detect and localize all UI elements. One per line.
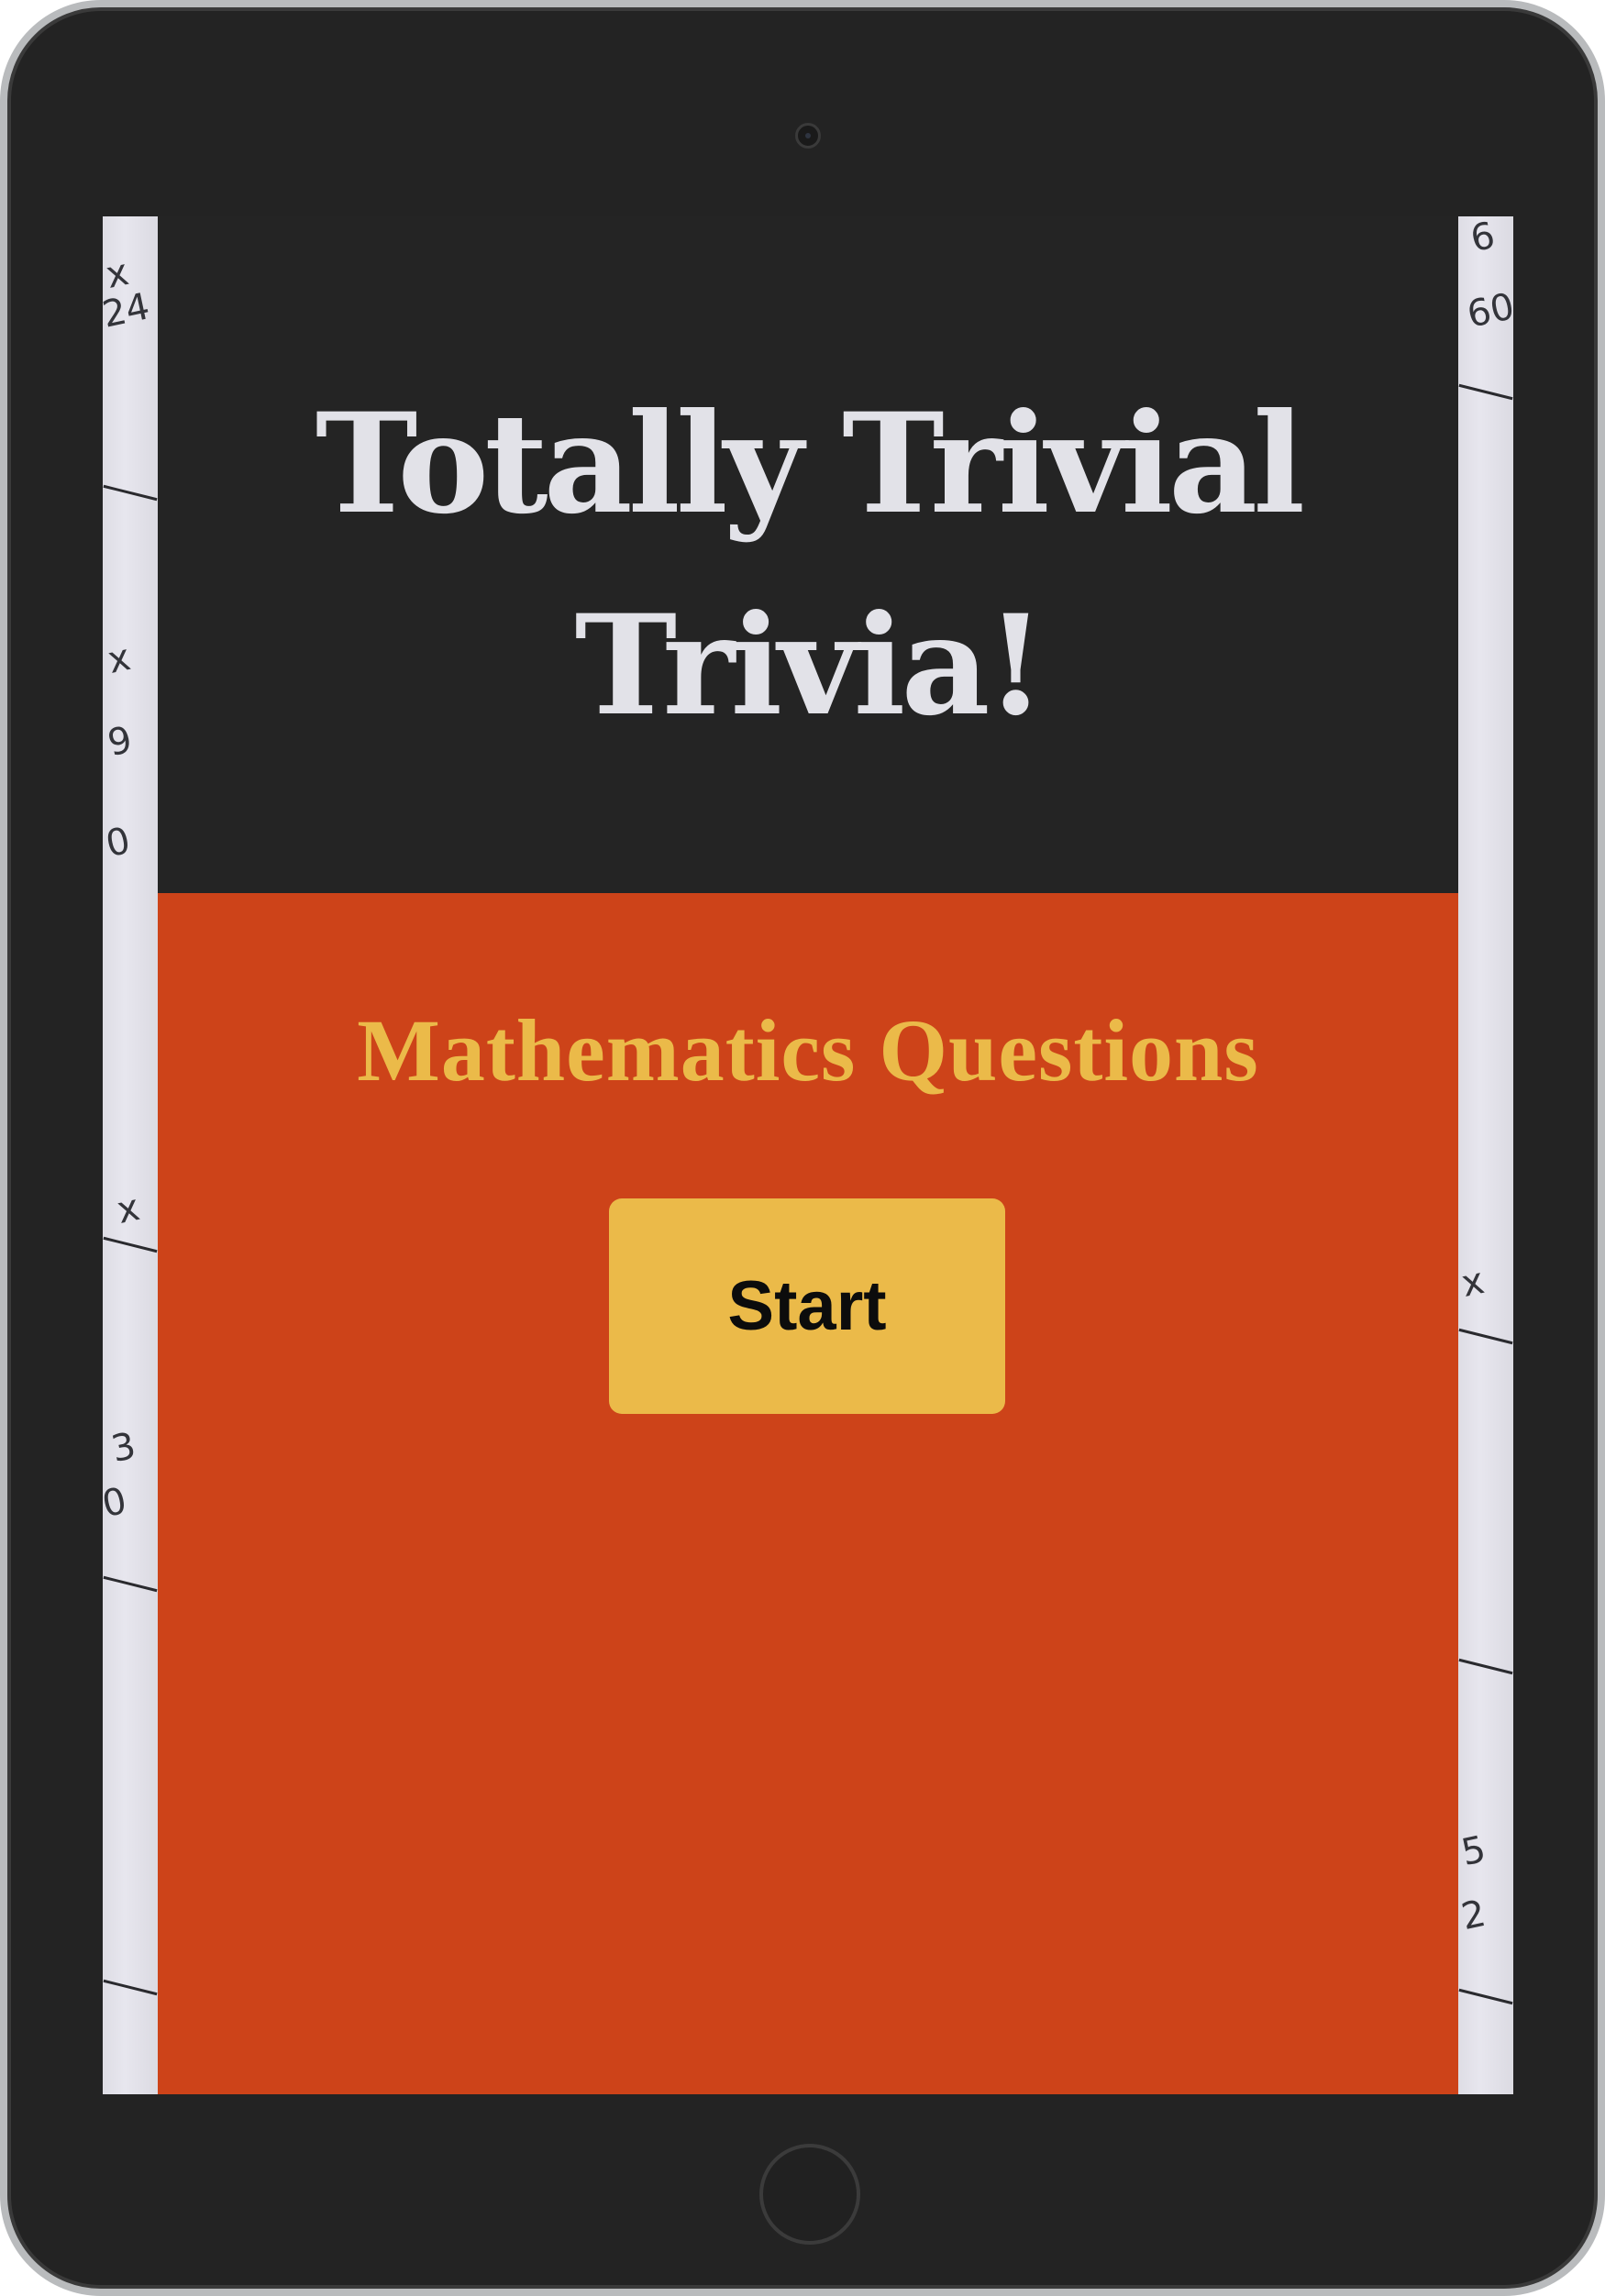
math-mark: x — [104, 636, 135, 682]
math-rule — [103, 1979, 158, 1996]
math-mark: 5 — [1458, 1827, 1489, 1875]
math-rule — [1458, 1658, 1513, 1675]
math-mark: x — [113, 1187, 144, 1232]
category-subtitle: Mathematics Questions — [357, 1001, 1259, 1099]
screen: x 24 x 9 0 x 3 0 Totally Trivial Trivia!… — [103, 216, 1513, 2094]
header: Totally Trivial Trivia! — [158, 216, 1458, 893]
start-button[interactable]: Start — [609, 1198, 1005, 1414]
app-container: Totally Trivial Trivia! Mathematics Ques… — [158, 216, 1458, 2094]
math-mark: 0 — [103, 1479, 130, 1527]
math-mark: 0 — [103, 819, 134, 867]
math-rule — [1458, 1328, 1513, 1345]
math-rule — [103, 1236, 158, 1253]
background-paper-left: x 24 x 9 0 x 3 0 — [103, 216, 158, 2094]
math-mark: 3 — [107, 1424, 139, 1472]
math-mark: x — [1458, 1260, 1489, 1306]
home-button[interactable] — [759, 2144, 860, 2245]
math-mark: 60 — [1463, 285, 1513, 337]
background-paper-right: 6 60 x 5 2 — [1458, 216, 1513, 2094]
math-rule — [103, 484, 158, 502]
math-rule — [1458, 383, 1513, 401]
math-mark: 24 — [103, 285, 154, 337]
math-rule — [1458, 1988, 1513, 2005]
math-mark: 9 — [104, 718, 136, 766]
math-mark: 2 — [1458, 1892, 1489, 1939]
math-mark: 6 — [1467, 216, 1499, 261]
tablet-frame: x 24 x 9 0 x 3 0 Totally Trivial Trivia!… — [0, 0, 1605, 2296]
title-line-2: Trivia! — [574, 585, 1046, 746]
title-line-1: Totally Trivial — [315, 383, 1305, 545]
page-title: Totally Trivial Trivia! — [158, 363, 1458, 767]
math-rule — [103, 1575, 158, 1593]
camera-icon — [795, 123, 821, 149]
